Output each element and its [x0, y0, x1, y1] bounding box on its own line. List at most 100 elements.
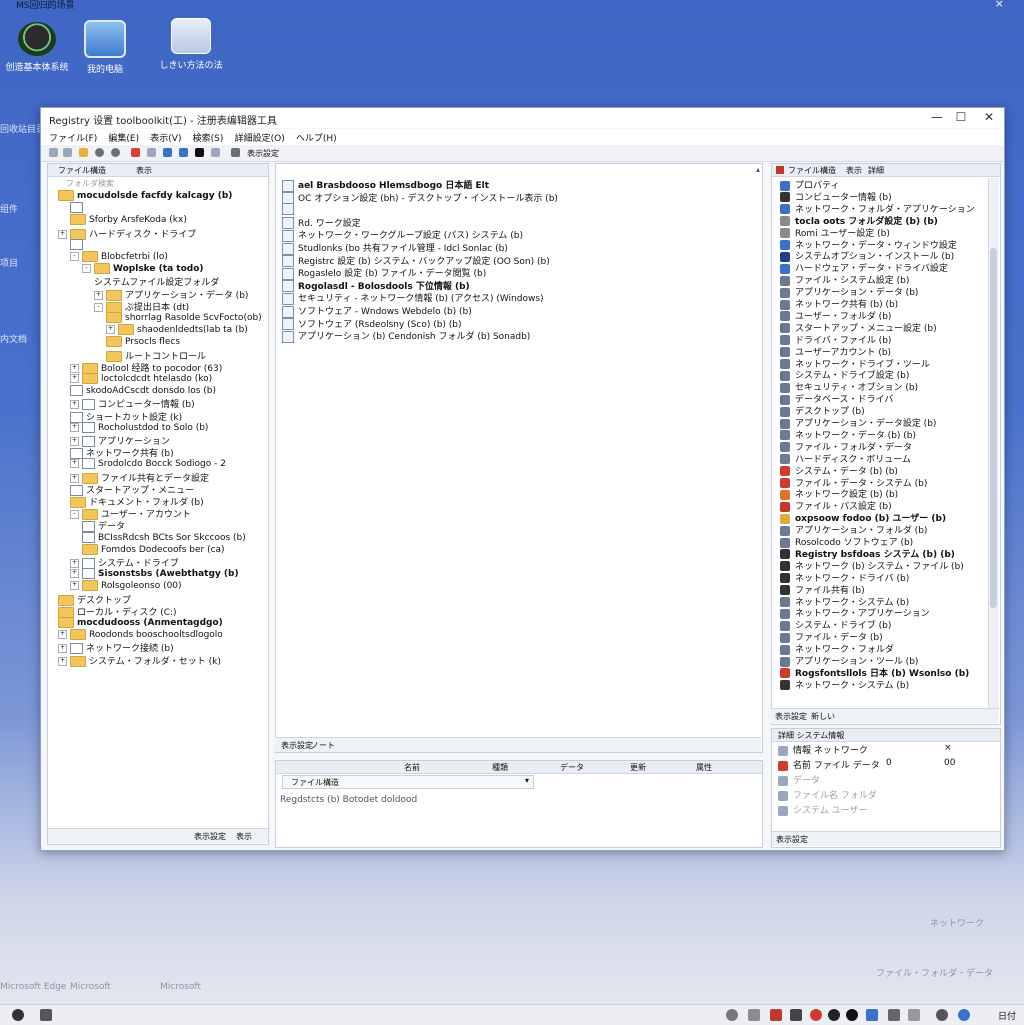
tree-item[interactable]: ネットワーク共有 (b)	[70, 446, 174, 460]
right-scrollbar[interactable]	[988, 178, 999, 708]
taskbar-clock[interactable]: 日付	[998, 1009, 1016, 1022]
folder-icon[interactable]	[866, 1009, 878, 1021]
desktop-icon-app[interactable]: 创造基本体系统	[0, 22, 76, 73]
tree-item[interactable]: + Srodolcdo Bocck Sodiogo - 2	[70, 458, 226, 470]
tree-item[interactable]: ショートカット設定 (k)	[70, 410, 182, 423]
task-view-icon[interactable]	[748, 1009, 760, 1021]
forward-icon[interactable]	[63, 148, 72, 157]
tree-item[interactable]: システムファイル設定フォルダ	[94, 275, 219, 288]
tree-item[interactable]: mocudolsde facfdy kalcagy (b)	[58, 190, 232, 202]
network-icon[interactable]	[908, 1009, 920, 1021]
delete-icon[interactable]	[131, 148, 140, 157]
list-item[interactable]: アプリケーション (b) Cendonish フォルダ (b) Sonadb)	[282, 329, 530, 343]
menu-search[interactable]: 検索(S)	[193, 131, 224, 144]
expand-icon[interactable]: +	[70, 374, 79, 383]
copy-icon[interactable]	[147, 148, 156, 157]
app-icon[interactable]	[790, 1009, 802, 1021]
menu-view[interactable]: 表示(V)	[150, 131, 181, 144]
tree-item[interactable]: スタートアップ・メニュー	[70, 483, 194, 496]
app-icon[interactable]	[810, 1009, 822, 1021]
right-pane-tab[interactable]: ファイル構造	[788, 165, 836, 176]
tree-item[interactable]: - ユーザー・アカウント	[70, 507, 191, 521]
right-list-item[interactable]: ネットワーク・ドライブ・ツール	[780, 357, 930, 370]
right-list-item[interactable]: Rogsfontsllols 日本 (b) Wsonlso (b)	[780, 666, 969, 679]
expand-icon[interactable]: +	[70, 437, 79, 446]
tree-item[interactable]: + システム・ドライブ	[70, 556, 179, 569]
right-list-item[interactable]: tocla oots フォルダ設定 (b) (b)	[780, 214, 938, 227]
right-list-item[interactable]: システム・ドライブ (b)	[780, 618, 891, 631]
app-icon[interactable]	[40, 1009, 52, 1021]
app-icon[interactable]	[828, 1009, 840, 1021]
right-list-item[interactable]: システム・ドライブ設定 (b)	[780, 368, 909, 381]
right-list-item[interactable]: アプリケーション・フォルダ (b)	[780, 523, 927, 536]
right-list-item[interactable]: oxpsoow fodoo (b) ユーザー (b)	[780, 511, 946, 524]
app-icon[interactable]	[846, 1009, 858, 1021]
right-list-item[interactable]: ユーザー・フォルダ (b)	[780, 309, 891, 322]
settings-icon[interactable]	[211, 148, 220, 157]
expand-icon[interactable]: +	[70, 581, 79, 591]
scrollbar-thumb[interactable]	[990, 248, 997, 608]
properties-icon[interactable]	[179, 148, 188, 157]
minimize-button[interactable]: —	[925, 110, 949, 126]
column-data[interactable]: データ	[560, 762, 584, 773]
properties-status[interactable]: 表示設定	[776, 834, 808, 845]
column-type[interactable]: 種類	[492, 762, 508, 773]
tree-item[interactable]: - ぷ提出日本 (dt)	[94, 300, 189, 313]
right-list-item[interactable]: Registry bsfdoas システム (b) (b)	[780, 547, 955, 560]
right-list-item[interactable]: ファイル・システム設定 (b)	[780, 273, 909, 286]
menu-edit[interactable]: 編集(E)	[108, 131, 139, 144]
view-icon[interactable]	[195, 148, 204, 157]
property-row[interactable]: ファイル名 フォルダ	[778, 788, 988, 802]
right-list-item[interactable]: ファイル・パス設定 (b)	[780, 499, 892, 512]
expand-icon[interactable]: +	[70, 473, 79, 483]
tree-status-left[interactable]: 表示設定	[194, 831, 226, 842]
right-list-item[interactable]: デスクトップ (b)	[780, 404, 865, 417]
list-status-left[interactable]: 表示設定	[281, 740, 313, 751]
right-list-item[interactable]: ハードディスク・ボリューム	[780, 452, 911, 465]
settings-icon[interactable]	[888, 1009, 900, 1021]
desktop-icon-computer[interactable]: 我的电脑	[66, 20, 144, 75]
list-item[interactable]: ソフトウェア - Wndows Webdelo (b) (b)	[282, 304, 472, 318]
tree-item[interactable]: + Sisonstsbs (Awebthatgy (b)	[70, 568, 239, 580]
collapse-icon[interactable]: -	[94, 302, 103, 312]
expand-icon[interactable]: +	[58, 656, 67, 666]
folder-icon[interactable]	[79, 148, 88, 157]
right-list-item[interactable]: プロパティ	[780, 178, 839, 191]
tree-item[interactable]: shorrlag Rasolde ScvFocto(ob)	[106, 312, 262, 324]
expand-icon[interactable]: +	[70, 400, 79, 410]
right-list-item[interactable]: アプリケーション・データ (b)	[780, 285, 918, 298]
list-item[interactable]	[282, 203, 298, 216]
expand-icon[interactable]: +	[70, 422, 79, 432]
tree-item[interactable]: ルートコントロール	[106, 349, 206, 362]
tree-item[interactable]: - Blobcfetrbi (lo)	[70, 251, 168, 263]
tree-item[interactable]: Fomdos Dodecoofs ber (ca)	[82, 543, 225, 556]
tree-item[interactable]: + loctolcdcdt htelasdo (ko)	[70, 373, 212, 385]
tree-item[interactable]: BCIssRdcsh BCts Sor Skccoos (b)	[82, 531, 246, 544]
collapse-icon[interactable]: -	[82, 264, 91, 274]
right-list-item[interactable]: ネットワーク (b) システム・ファイル (b)	[780, 559, 964, 572]
right-list-item[interactable]: システム・データ (b) (b)	[780, 464, 898, 477]
right-list-item[interactable]: ファイル・データ・システム (b)	[780, 476, 927, 489]
tree-item[interactable]: + アプリケーション	[70, 434, 170, 447]
right-list-item[interactable]: アプリケーション・データ設定 (b)	[780, 416, 936, 429]
detail-dropdown[interactable]: ファイル構造 ▾	[282, 775, 534, 789]
expand-icon[interactable]: +	[58, 630, 67, 640]
right-pane-tab[interactable]: 表示	[846, 165, 862, 176]
menu-advanced[interactable]: 詳細設定(O)	[235, 131, 285, 144]
right-list-item[interactable]: Romi ユーザー設定 (b)	[780, 226, 890, 239]
list-item[interactable]: OC オプション設定 (bh) - デスクトップ・インストール表示 (b)	[282, 191, 558, 205]
property-row[interactable]: 情報 ネットワーク ×	[778, 743, 988, 757]
list-status-mid[interactable]: ノート	[311, 740, 335, 751]
expand-icon[interactable]: +	[106, 325, 115, 335]
chevron-up-icon[interactable]: ▴	[756, 165, 760, 174]
expand-icon[interactable]: +	[70, 559, 79, 568]
tree-item[interactable]	[70, 202, 86, 214]
right-list-item[interactable]: ネットワーク・アプリケーション	[780, 606, 930, 619]
right-list-item[interactable]: ドライバ・ファイル (b)	[780, 333, 891, 346]
list-item[interactable]: ネットワーク・ワークグループ設定 (パス) システム (b)	[282, 228, 523, 242]
tree-item[interactable]: データ	[82, 519, 125, 533]
tree-item[interactable]: Prsocls flecs	[106, 336, 180, 348]
tree-item[interactable]: + Rolsgoleonso (00)	[70, 580, 182, 592]
tree-item[interactable]: + ネットワーク接続 (b)	[58, 641, 174, 655]
tree-item[interactable]: + ファイル共有とデータ設定	[70, 471, 209, 484]
